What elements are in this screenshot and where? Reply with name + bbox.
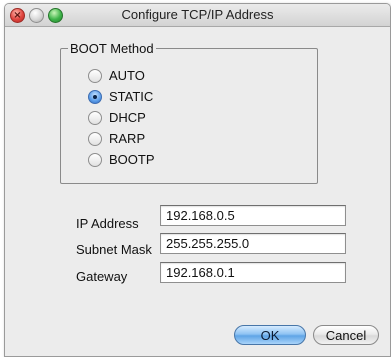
ok-button[interactable]: OK [234,325,306,345]
subnet-mask-field[interactable]: 255.255.255.0 [160,233,346,254]
boot-method-legend: BOOT Method [68,41,156,56]
gateway-label: Gateway [76,269,128,284]
radio-button-dhcp[interactable] [88,111,102,125]
ip-address-label: IP Address [76,216,139,231]
radio-label-rarp: RARP [109,131,146,146]
tcpip-dialog: × Configure TCP/IP Address BOOT Method A… [4,3,391,357]
radio-button-static[interactable] [88,90,102,104]
title-bar[interactable]: × Configure TCP/IP Address [5,4,390,27]
cancel-button[interactable]: Cancel [313,325,379,345]
ip-address-field[interactable]: 192.168.0.5 [160,205,346,226]
radio-label-dhcp: DHCP [109,110,146,125]
radio-button-rarp[interactable] [88,132,102,146]
radio-label-static: STATIC [109,89,154,104]
radio-label-bootp: BOOTP [109,152,155,167]
subnet-mask-label: Subnet Mask [76,242,152,257]
radio-button-auto[interactable] [88,69,102,83]
radio-label-auto: AUTO [109,68,145,83]
gateway-field[interactable]: 192.168.0.1 [160,262,346,283]
radio-button-bootp[interactable] [88,153,102,167]
radio-selected-dot [93,95,97,99]
screen: × Configure TCP/IP Address BOOT Method A… [0,0,391,357]
window-title: Configure TCP/IP Address [121,7,274,22]
